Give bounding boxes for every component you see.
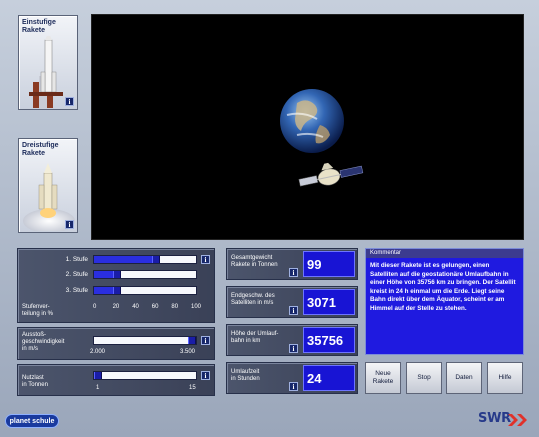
stage-1-thumb[interactable] — [151, 256, 160, 263]
rocket-card-three-stage-label: Dreistufige Rakete — [22, 142, 59, 157]
stages-scale: 0 20 40 60 80 100 — [93, 304, 201, 314]
rocket-card-single-stage[interactable]: Einstufige Rakete i — [18, 15, 78, 110]
payload-thumb[interactable] — [94, 372, 102, 379]
stages-scale-tick: 100 — [191, 304, 202, 310]
orbit-height-value: 35756 — [303, 327, 355, 353]
payload-slider[interactable] — [93, 371, 197, 380]
planet-schule-logo[interactable]: planet schule — [5, 414, 59, 428]
exhaust-velocity-thumb[interactable] — [188, 337, 196, 344]
earth-icon — [280, 89, 344, 153]
stop-button[interactable]: Stop — [406, 362, 442, 394]
orbit-period-info-button[interactable]: i — [289, 382, 298, 391]
stages-scale-tick: 0 — [93, 304, 97, 310]
three-stage-info-button[interactable]: i — [65, 220, 74, 229]
new-rocket-button[interactable]: Neue Rakete — [365, 362, 401, 394]
stage-3-label: 3. Stufe — [65, 287, 88, 294]
readout-final-speed: Endgeschw. des Satelliten in m/s i 3071 — [226, 286, 358, 318]
rocket-card-three-stage[interactable]: Dreistufige Rakete i — [18, 138, 78, 233]
stage-2-thumb[interactable] — [113, 271, 122, 278]
payload-caption: Nutzlast in Tonnen — [22, 375, 48, 388]
exhaust-caption: Ausstoß- geschwindigkeit in m/s — [22, 332, 65, 352]
orbit-height-label: Höhe der Umlauf- bahn in km — [231, 331, 279, 344]
stages-scale-tick: 40 — [132, 304, 139, 310]
stage-2-slider[interactable] — [93, 270, 197, 279]
orbit-height-info-button[interactable]: i — [289, 344, 298, 353]
stage-3-slider[interactable] — [93, 286, 197, 295]
exhaust-min-label: 2.000 — [90, 349, 106, 355]
exhaust-velocity-panel: Ausstoß- geschwindigkeit in m/s i 2.000 … — [17, 327, 215, 360]
earth-satellite-scene — [280, 89, 364, 187]
readout-orbit-period: Umlaufzeit in Stunden i 24 — [226, 362, 358, 394]
stages-scale-tick: 60 — [151, 304, 159, 310]
space-viewport — [91, 14, 524, 240]
payload-info-button[interactable]: i — [201, 371, 210, 380]
swr-logo[interactable]: SWR — [478, 411, 511, 426]
exhaust-max-label: 3.500 — [180, 349, 196, 355]
stage-distribution-panel: 1. Stufe 2. Stufe 3. Stufe i Stufenver- … — [17, 248, 215, 323]
payload-min-label: 1 — [96, 385, 100, 391]
exhaust-info-button[interactable]: i — [201, 336, 210, 345]
stages-scale-tick: 20 — [112, 304, 120, 310]
final-speed-info-button[interactable]: i — [289, 306, 298, 315]
stage-1-slider[interactable] — [93, 255, 197, 264]
single-stage-info-button[interactable]: i — [65, 97, 74, 106]
payload-max-label: 15 — [189, 385, 196, 391]
exhaust-velocity-slider[interactable] — [93, 336, 197, 345]
payload-panel: Nutzlast in Tonnen i 1 15 — [17, 364, 215, 396]
satellite-icon — [298, 162, 364, 187]
stages-caption: Stufenver- teilung in % — [22, 304, 54, 317]
swr-arrows-icon — [508, 414, 527, 426]
stage-1-label: 1. Stufe — [65, 256, 88, 263]
readout-total-weight: Gesamtgewicht Rakete in Tonnen i 99 — [226, 248, 358, 280]
readout-orbit-height: Höhe der Umlauf- bahn in km i 35756 — [226, 324, 358, 356]
stages-info-button[interactable]: i — [201, 255, 210, 264]
total-weight-value: 99 — [303, 251, 355, 277]
commentary-panel: Kommentar Mit dieser Rakete ist es gelun… — [365, 248, 524, 355]
stages-scale-tick: 80 — [171, 304, 179, 310]
commentary-title: Kommentar — [366, 249, 523, 258]
orbit-period-label: Umlaufzeit in Stunden — [231, 369, 260, 382]
stage-2-label: 2. Stufe — [65, 271, 88, 278]
orbit-period-value: 24 — [303, 365, 355, 391]
total-weight-info-button[interactable]: i — [289, 268, 298, 277]
rocket-card-single-stage-label: Einstufige Rakete — [22, 19, 56, 34]
final-speed-value: 3071 — [303, 289, 355, 315]
data-button[interactable]: Daten — [446, 362, 482, 394]
stage-3-thumb[interactable] — [113, 287, 122, 294]
stage-1-fill — [94, 256, 156, 263]
total-weight-label: Gesamtgewicht Rakete in Tonnen — [231, 255, 278, 268]
commentary-text: Mit dieser Rakete ist es gelungen, einen… — [370, 262, 516, 312]
help-button[interactable]: Hilfe — [487, 362, 523, 394]
final-speed-label: Endgeschw. des Satelliten in m/s — [231, 293, 275, 306]
